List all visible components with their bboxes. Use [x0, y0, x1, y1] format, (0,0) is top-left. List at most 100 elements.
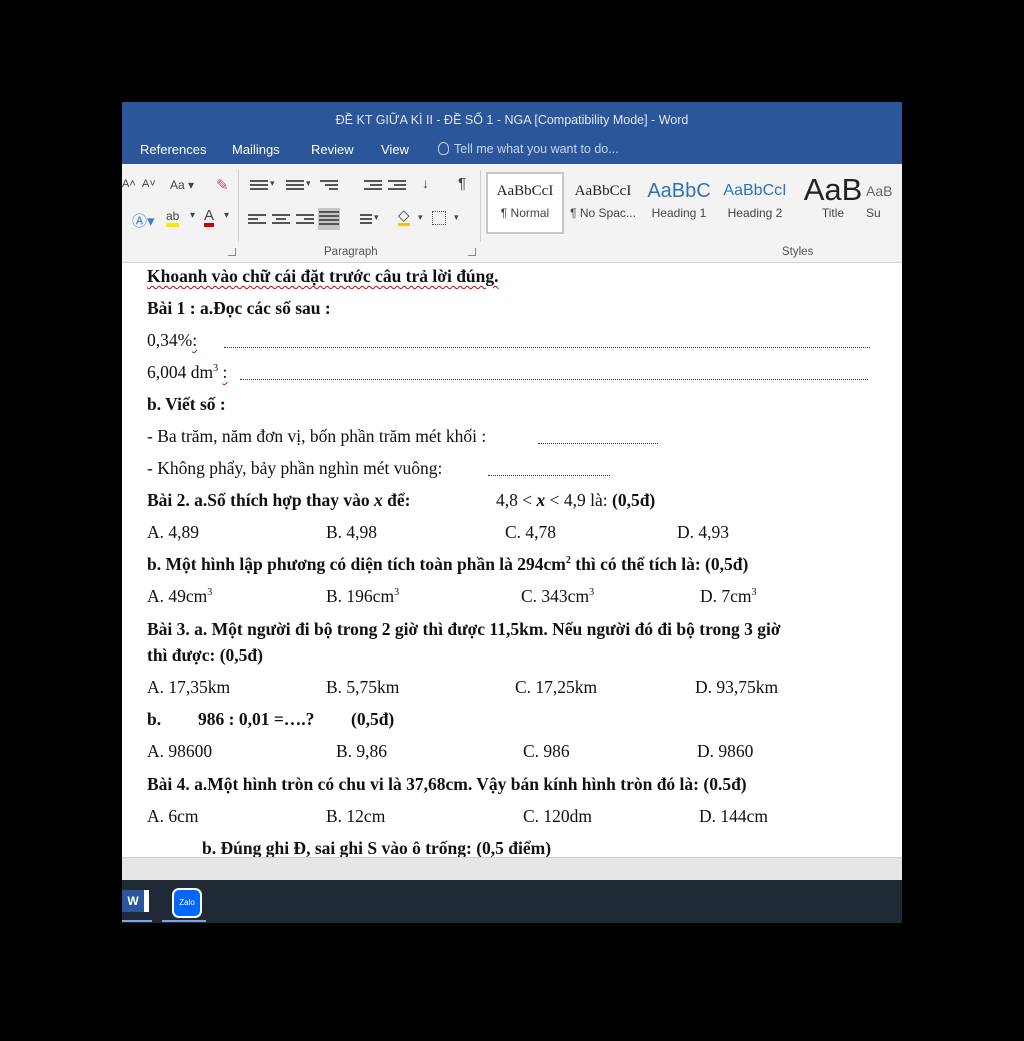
style-preview: AaBbCcI [723, 182, 787, 199]
style-title[interactable]: AaB Title [796, 174, 870, 232]
write-number-2-text: - Không phẩy, bảy phần nghìn mét vuông: [147, 458, 443, 478]
multilevel-list-icon[interactable] [320, 178, 338, 192]
inequality-right: < 4,9 là: [549, 490, 608, 510]
option-text: A. 49cm [147, 586, 208, 606]
document-page[interactable]: Khoanh vào chữ cái đặt trước câu trả lời… [122, 263, 902, 857]
exercise-2b-text-end: thì có thể tích là: (0,5đ) [575, 554, 749, 574]
option-d[interactable]: D. 144cm [699, 806, 768, 827]
option-d[interactable]: D. 9860 [697, 741, 753, 762]
option-a[interactable]: A. 4,89 [147, 522, 199, 543]
tab-references[interactable]: References [140, 142, 206, 157]
option-d[interactable]: D. 7cm3 [700, 586, 757, 607]
option-c[interactable]: C. 986 [523, 741, 570, 762]
option-c[interactable]: C. 17,25km [515, 677, 597, 698]
exercise-3b: b. [147, 709, 161, 730]
option-b[interactable]: B. 12cm [326, 806, 385, 827]
title-bar: ĐỀ KT GIỮA KÌ II - ĐỀ SỐ 1 - NGA [Compat… [122, 102, 902, 138]
line-spacing-icon[interactable] [354, 212, 372, 226]
superscript: 2 [565, 555, 571, 567]
tab-view[interactable]: View [381, 142, 409, 157]
text-effects-icon[interactable]: Ⓐ▾ [132, 210, 155, 231]
bullets-icon[interactable] [250, 178, 268, 192]
font-color-dropdown-icon[interactable]: ▾ [224, 210, 229, 221]
option-text: C. 343cm [521, 586, 590, 606]
style-no-spacing[interactable]: AaBbCcI ¶ No Spac... [566, 174, 640, 232]
align-right-icon[interactable] [296, 212, 314, 226]
numbering-dropdown-icon[interactable]: ▾ [306, 178, 311, 189]
option-b[interactable]: B. 5,75km [326, 677, 399, 698]
taskbar: W Zalo [122, 880, 902, 923]
tell-me-box[interactable]: Tell me what you want to do... [438, 142, 619, 156]
style-name: Heading 1 [651, 206, 707, 220]
ribbon-tabs: References Mailings Review View Tell me … [122, 138, 902, 164]
line-spacing-dropdown-icon[interactable]: ▾ [374, 212, 379, 223]
write-number-1: - Ba trăm, năm đơn vị, bốn phần trăm mét… [147, 426, 486, 447]
borders-icon[interactable] [432, 211, 446, 225]
exercise-3-text: Bài 3. a. Một người đi bộ trong 2 giờ th… [147, 619, 781, 639]
paragraph-dialog-launcher-icon[interactable] [468, 248, 476, 256]
colon: : [222, 362, 228, 382]
lightbulb-icon [438, 142, 449, 155]
sort-icon[interactable]: ↓ [422, 175, 429, 191]
group-separator [238, 170, 239, 242]
shrink-font-icon[interactable]: A˅ [142, 178, 156, 190]
option-c[interactable]: C. 343cm3 [521, 586, 594, 607]
align-center-icon[interactable] [272, 212, 290, 226]
option-d[interactable]: D. 93,75km [695, 677, 778, 698]
exercise-2b-text: b. Một hình lập phương có diện tích toàn… [147, 554, 566, 574]
horizontal-scrollbar[interactable] [122, 857, 902, 880]
exercise-2b: b. Một hình lập phương có diện tích toàn… [147, 554, 748, 575]
numbering-icon[interactable] [286, 178, 304, 192]
word-window: ĐỀ KT GIỮA KÌ II - ĐỀ SỐ 1 - NGA [Compat… [122, 102, 902, 880]
show-marks-icon[interactable]: ¶ [458, 175, 466, 192]
option-d[interactable]: D. 4,93 [677, 522, 729, 543]
align-left-icon[interactable] [248, 212, 266, 226]
shading-dropdown-icon[interactable]: ▾ [418, 212, 423, 223]
increase-indent-icon[interactable] [388, 178, 406, 192]
option-b[interactable]: B. 9,86 [336, 741, 387, 762]
zalo-icon[interactable]: Zalo [172, 888, 202, 918]
number-text: 0,34% [147, 330, 193, 350]
style-heading-2[interactable]: AaBbCcI Heading 2 [718, 174, 792, 232]
tab-mailings[interactable]: Mailings [232, 142, 280, 157]
option-a[interactable]: A. 49cm3 [147, 586, 212, 607]
decrease-indent-icon[interactable] [364, 178, 382, 192]
option-c[interactable]: C. 120dm [523, 806, 592, 827]
option-c[interactable]: C. 4,78 [505, 522, 556, 543]
option-b[interactable]: B. 4,98 [326, 522, 377, 543]
styles-gallery: AaBbCcI ¶ Normal AaBbCcI ¶ No Spac... AaBb… [486, 170, 902, 234]
exercise-2-heading: Bài 2. a.Số thích hợp thay vào x để: [147, 490, 410, 511]
shading-icon[interactable]: ◇ [398, 208, 410, 226]
style-preview: AaB [803, 174, 863, 206]
paragraph-group-label: Paragraph [324, 246, 378, 258]
exercise-4-heading: Bài 4. a.Một hình tròn có chu vi là 37,6… [147, 774, 747, 795]
write-number-text: b. Viết số : [147, 394, 226, 414]
style-normal[interactable]: AaBbCcI ¶ Normal [486, 172, 564, 234]
option-a[interactable]: A. 98600 [147, 741, 212, 762]
style-name: ¶ Normal [500, 206, 550, 220]
word-icon[interactable]: W [122, 890, 149, 912]
grow-font-icon[interactable]: A˄ [122, 178, 136, 190]
highlight-icon[interactable]: ab [166, 210, 180, 227]
font-dialog-launcher-icon[interactable] [228, 248, 236, 256]
justify-icon[interactable] [318, 208, 340, 230]
bullets-dropdown-icon[interactable]: ▾ [270, 178, 275, 189]
option-a[interactable]: A. 17,35km [147, 677, 230, 698]
answer-dotted-line [240, 379, 868, 380]
tab-review[interactable]: Review [311, 142, 354, 157]
clear-format-icon[interactable]: ✎ [216, 176, 229, 194]
zalo-label: Zalo [179, 898, 195, 907]
read-number-2: 6,004 dm3 : [147, 362, 227, 383]
exercise-3b-expression: 986 : 0,01 =….? [198, 709, 314, 730]
change-case-button[interactable]: Aa ▾ [170, 178, 194, 192]
option-b[interactable]: B. 196cm3 [326, 586, 399, 607]
style-subtitle[interactable]: AaB Su [866, 174, 902, 232]
option-a[interactable]: A. 6cm [147, 806, 199, 827]
borders-dropdown-icon[interactable]: ▾ [454, 212, 459, 223]
group-separator [480, 170, 481, 242]
highlight-dropdown-icon[interactable]: ▾ [190, 210, 195, 221]
style-heading-1[interactable]: AaBbC Heading 1 [642, 174, 716, 232]
inequality-left: 4,8 < [496, 490, 533, 510]
points: (0,5đ) [351, 709, 395, 729]
font-color-icon[interactable]: A [204, 208, 215, 227]
